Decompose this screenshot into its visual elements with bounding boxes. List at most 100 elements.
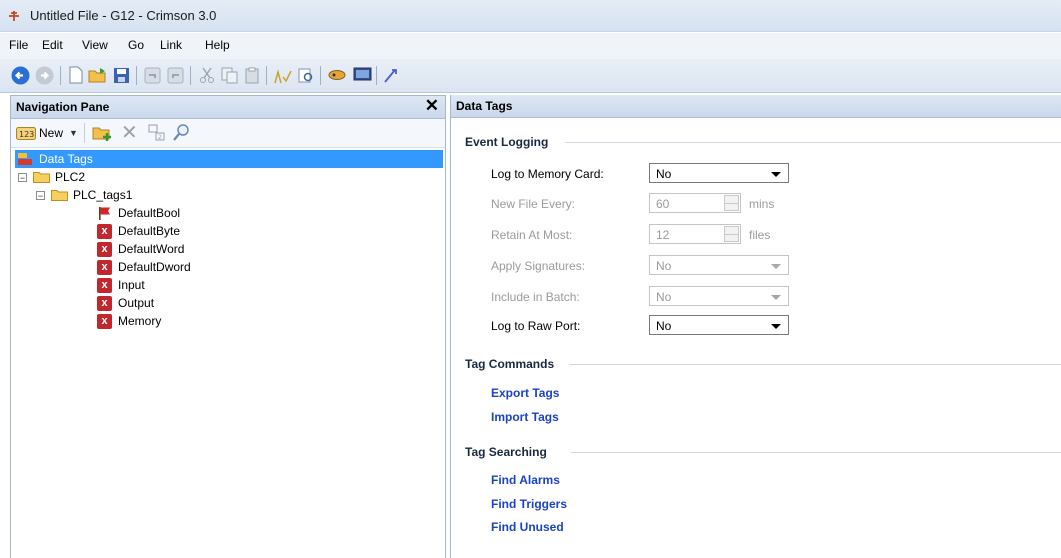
new-button[interactable]: 123 New ▼ — [16, 124, 78, 142]
section-divider — [571, 452, 1061, 453]
collapse-icon[interactable]: − — [36, 190, 45, 200]
title-bar: Untitled File - G12 - Crimson 3.0 — [0, 0, 1061, 32]
svg-text:2: 2 — [158, 134, 162, 141]
find-unused-link[interactable]: Find Unused — [491, 520, 564, 534]
tree-item-label: DefaultByte — [118, 224, 181, 238]
toolbar-separator — [84, 123, 85, 143]
tree-item-tag[interactable]: x DefaultByte — [97, 222, 180, 240]
find-alarms-link[interactable]: Find Alarms — [491, 473, 560, 487]
tree-item-tag[interactable]: x Input — [97, 276, 145, 294]
select-value: No — [656, 259, 672, 273]
log-to-raw-port-select[interactable]: No — [649, 315, 789, 335]
find-triggers-link[interactable]: Find Triggers — [491, 497, 567, 511]
toolbar-separator — [60, 66, 61, 85]
toolbar-separator — [136, 66, 137, 85]
delete-icon[interactable]: ✕ — [121, 123, 138, 143]
toolbar-separator — [376, 66, 377, 85]
tree-item-plc-tags1[interactable]: − PLC_tags1 — [36, 186, 132, 204]
menu-edit[interactable]: Edit — [42, 38, 63, 52]
tree-item-tag[interactable]: x DefaultWord — [97, 240, 184, 258]
apply-signatures-select[interactable]: No — [649, 255, 789, 275]
paste-icon[interactable] — [242, 65, 262, 85]
error-icon: x — [97, 277, 112, 293]
menu-link[interactable]: Link — [160, 38, 182, 52]
apply-signatures-label: Apply Signatures: — [491, 259, 586, 273]
retain-at-most-unit: files — [749, 228, 771, 242]
spinner-arrows-icon[interactable] — [724, 226, 739, 242]
close-icon[interactable]: ✕ — [425, 97, 439, 115]
error-icon: x — [97, 223, 112, 239]
tree-item-label: Output — [118, 296, 155, 310]
redo-icon[interactable] — [165, 65, 185, 85]
data-tags-panel: Data Tags Event Logging Log to Memory Ca… — [450, 95, 1061, 558]
section-event-logging: Event Logging — [465, 135, 549, 149]
collapse-icon[interactable]: − — [18, 172, 27, 182]
tree-item-label: PLC2 — [55, 170, 86, 184]
log-to-memory-card-select[interactable]: No — [649, 163, 789, 183]
svg-text:123: 123 — [19, 130, 34, 139]
include-in-batch-select[interactable]: No — [649, 286, 789, 306]
log-to-memory-card-label: Log to Memory Card: — [491, 167, 604, 181]
data-tags-icon — [18, 152, 32, 165]
spinner-value: 12 — [656, 228, 670, 242]
tree-item-data-tags[interactable]: Data Tags — [15, 150, 443, 168]
dropdown-arrow-icon — [771, 264, 781, 269]
flag-icon — [99, 206, 110, 220]
new-file-every-spinner[interactable]: 60 — [649, 193, 741, 213]
sort-icon[interactable]: 2 — [148, 124, 166, 145]
tree-item-tag[interactable]: x Output — [97, 294, 154, 312]
tree-item-label: DefaultBool — [118, 206, 181, 220]
dropdown-arrow-icon — [771, 324, 781, 329]
save-icon[interactable] — [111, 65, 131, 85]
toolbar-separator — [320, 66, 321, 85]
menu-go[interactable]: Go — [128, 38, 144, 52]
tree-item-tag[interactable]: DefaultBool — [97, 204, 180, 222]
export-tags-link[interactable]: Export Tags — [491, 386, 559, 400]
new-file-icon[interactable] — [66, 65, 86, 85]
link-device-icon[interactable] — [327, 65, 347, 85]
open-file-icon[interactable] — [88, 65, 108, 85]
dropdown-arrow-icon: ▼ — [69, 128, 78, 138]
tree-item-label: Input — [118, 278, 145, 292]
error-icon: x — [97, 313, 112, 329]
navigation-toolbar: 123 New ▼ ✕ 2 — [11, 119, 445, 148]
new-file-every-label: New File Every: — [491, 197, 576, 211]
tree-item-tag[interactable]: x DefaultDword — [97, 258, 191, 276]
undo-icon[interactable] — [142, 65, 162, 85]
display-icon[interactable] — [352, 65, 372, 85]
spinner-arrows-icon[interactable] — [724, 195, 739, 211]
search-icon[interactable] — [172, 123, 191, 145]
tree-item-label: Memory — [118, 314, 162, 328]
copy-icon[interactable] — [219, 65, 239, 85]
select-value: No — [656, 290, 672, 304]
menu-bar: File Edit View Go Link Help — [0, 33, 1061, 59]
menu-view[interactable]: View — [82, 38, 108, 52]
menu-file[interactable]: File — [9, 38, 28, 52]
menu-help[interactable]: Help — [205, 38, 230, 52]
find-replace-icon[interactable] — [296, 65, 316, 85]
tree-item-label: Data Tags — [39, 152, 93, 166]
section-tag-commands: Tag Commands — [465, 357, 555, 371]
spinner-value: 60 — [656, 197, 670, 211]
error-icon: x — [97, 259, 112, 275]
back-icon[interactable] — [10, 65, 30, 85]
error-icon: x — [97, 241, 112, 257]
dropdown-arrow-icon — [771, 295, 781, 300]
cut-icon[interactable] — [197, 65, 217, 85]
section-divider — [565, 142, 1061, 143]
new-file-every-unit: mins — [749, 197, 775, 211]
navigation-pane-header: Navigation Pane ✕ — [11, 96, 445, 119]
retain-at-most-spinner[interactable]: 12 — [649, 224, 741, 244]
window-title: Untitled File - G12 - Crimson 3.0 — [30, 8, 217, 23]
dropdown-arrow-icon — [771, 172, 781, 177]
spell-check-icon[interactable] — [272, 65, 292, 85]
section-divider — [569, 364, 1061, 365]
forward-icon[interactable] — [34, 65, 54, 85]
navigation-pane: Navigation Pane ✕ 123 New ▼ ✕ 2 Data Tag… — [10, 95, 446, 558]
add-folder-icon[interactable] — [92, 124, 114, 145]
new-button-label: New — [39, 126, 64, 140]
send-icon[interactable] — [382, 65, 402, 85]
tree-item-tag[interactable]: x Memory — [97, 312, 161, 330]
tree-item-plc2[interactable]: − PLC2 — [18, 168, 85, 186]
import-tags-link[interactable]: Import Tags — [491, 410, 559, 424]
